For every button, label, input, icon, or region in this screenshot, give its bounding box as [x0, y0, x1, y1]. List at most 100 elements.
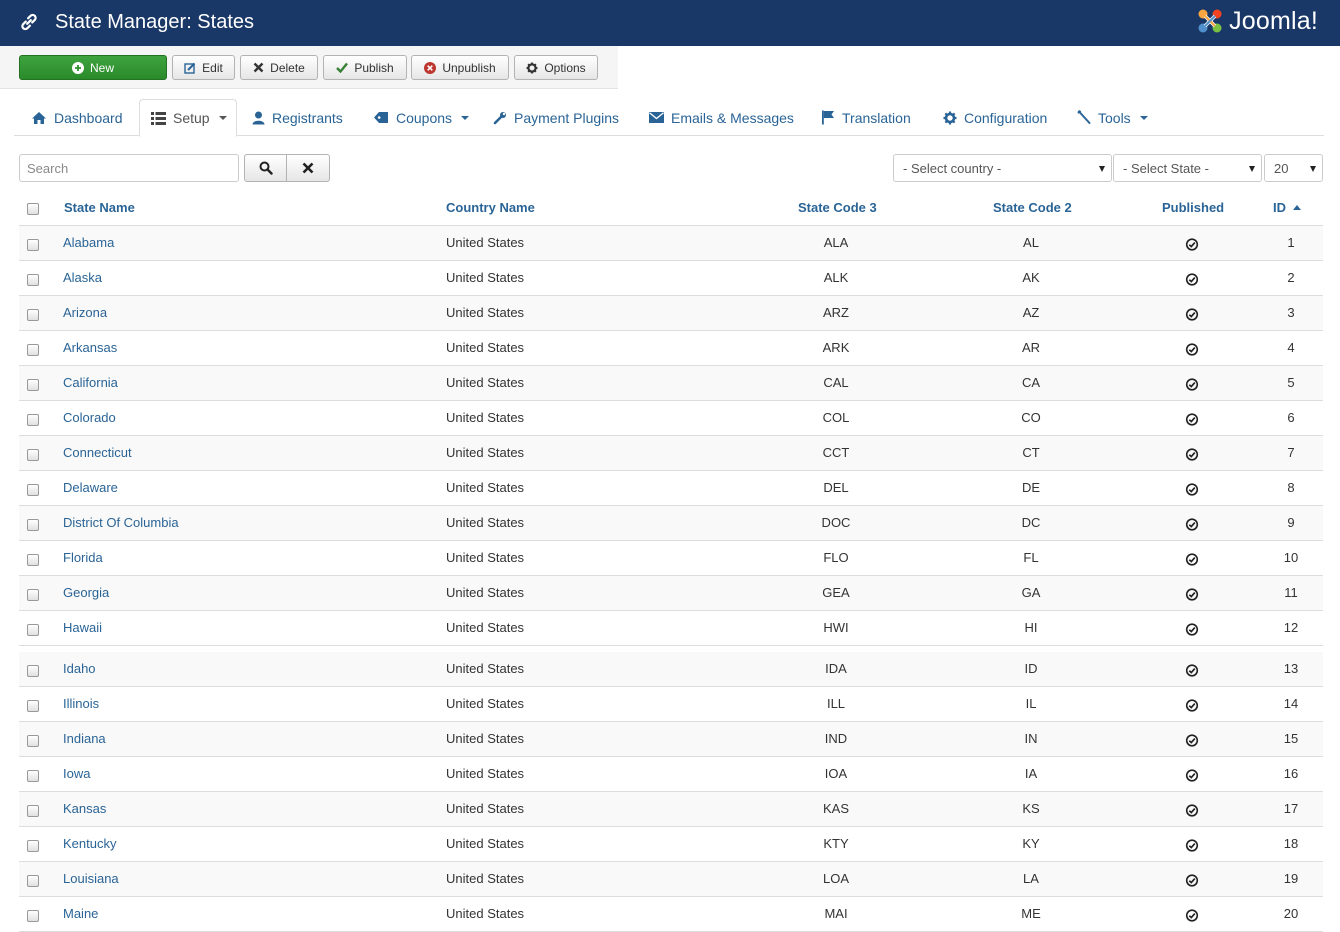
state-code-3: LOA: [822, 871, 850, 886]
row-checkbox[interactable]: [27, 309, 39, 321]
published-check-icon[interactable]: [1185, 623, 1199, 636]
options-button[interactable]: Options: [514, 55, 598, 80]
tab-registrants-label: Registrants: [272, 109, 343, 126]
state-name-link[interactable]: District Of Columbia: [63, 515, 179, 530]
state-name-link[interactable]: Hawaii: [63, 620, 102, 635]
country-name: United States: [446, 235, 525, 250]
published-check-icon[interactable]: [1185, 308, 1199, 321]
row-checkbox[interactable]: [27, 239, 39, 251]
published-check-icon[interactable]: [1185, 483, 1199, 496]
close-icon: [253, 62, 264, 73]
state-name-link[interactable]: Florida: [63, 550, 103, 565]
publish-button[interactable]: Publish: [323, 55, 407, 80]
state-name-link[interactable]: Iowa: [63, 766, 90, 781]
edit-button[interactable]: Edit: [172, 55, 235, 80]
row-checkbox[interactable]: [27, 700, 39, 712]
state-id: 14: [1283, 696, 1299, 711]
row-checkbox[interactable]: [27, 875, 39, 887]
tab-registrants[interactable]: Registrants: [252, 99, 343, 136]
state-name-link[interactable]: Kentucky: [63, 836, 116, 851]
row-checkbox[interactable]: [27, 735, 39, 747]
row-checkbox[interactable]: [27, 519, 39, 531]
col-state-name[interactable]: State Name: [64, 200, 135, 215]
state-code-3: IOA: [824, 766, 848, 781]
col-id[interactable]: ID: [1273, 200, 1301, 215]
published-check-icon[interactable]: [1185, 804, 1199, 817]
state-name-link[interactable]: Arkansas: [63, 340, 117, 355]
col-state-code-3[interactable]: State Code 3: [798, 200, 877, 215]
row-checkbox[interactable]: [27, 414, 39, 426]
published-check-icon[interactable]: [1185, 664, 1199, 677]
state-name-link[interactable]: Arizona: [63, 305, 107, 320]
published-check-icon[interactable]: [1185, 238, 1199, 251]
published-check-icon[interactable]: [1185, 518, 1199, 531]
row-checkbox[interactable]: [27, 770, 39, 782]
page-title: State Manager: States: [55, 11, 255, 33]
state-name-link[interactable]: Alaska: [63, 270, 102, 285]
state-name-link[interactable]: Alabama: [63, 235, 114, 250]
row-checkbox[interactable]: [27, 589, 39, 601]
tab-coupons[interactable]: Coupons: [373, 99, 470, 136]
col-published[interactable]: Published: [1162, 200, 1224, 215]
tab-emails-messages[interactable]: Emails & Messages: [649, 99, 794, 136]
state-code-2: KY: [1022, 836, 1040, 851]
search-icon: [259, 161, 273, 175]
state-name-link[interactable]: Kansas: [63, 801, 106, 816]
published-check-icon[interactable]: [1185, 839, 1199, 852]
row-checkbox[interactable]: [27, 274, 39, 286]
search-button[interactable]: [244, 154, 287, 182]
row-checkbox[interactable]: [27, 554, 39, 566]
row-checkbox[interactable]: [27, 665, 39, 677]
state-name-link[interactable]: Connecticut: [63, 445, 132, 460]
col-country-name[interactable]: Country Name: [446, 200, 535, 215]
tab-translation[interactable]: Translation: [821, 99, 911, 136]
published-check-icon[interactable]: [1185, 588, 1199, 601]
published-check-icon[interactable]: [1185, 874, 1199, 887]
tab-setup[interactable]: Setup: [139, 99, 237, 137]
country-select[interactable]: - Select country -: [893, 154, 1112, 182]
state-name-link[interactable]: Illinois: [63, 696, 99, 711]
state-name-link[interactable]: Delaware: [63, 480, 118, 495]
row-checkbox[interactable]: [27, 379, 39, 391]
published-check-icon[interactable]: [1185, 343, 1199, 356]
state-name-link[interactable]: Louisiana: [63, 871, 119, 886]
select-all-checkbox[interactable]: [27, 203, 39, 215]
limit-select-value: 20: [1274, 160, 1289, 176]
delete-button[interactable]: Delete: [240, 55, 318, 80]
row-checkbox[interactable]: [27, 840, 39, 852]
published-check-icon[interactable]: [1185, 413, 1199, 426]
row-checkbox[interactable]: [27, 805, 39, 817]
row-checkbox[interactable]: [27, 484, 39, 496]
published-check-icon[interactable]: [1185, 553, 1199, 566]
tab-dashboard[interactable]: Dashboard: [31, 99, 123, 136]
published-check-icon[interactable]: [1185, 734, 1199, 747]
limit-select[interactable]: 20: [1264, 154, 1323, 182]
tab-payment-plugins[interactable]: Payment Plugins: [493, 99, 619, 136]
published-check-icon[interactable]: [1185, 378, 1199, 391]
search-input[interactable]: [19, 154, 239, 182]
col-state-code-2[interactable]: State Code 2: [993, 200, 1072, 215]
state-name-link[interactable]: California: [63, 375, 118, 390]
clear-search-button[interactable]: [286, 154, 330, 182]
unpublish-button[interactable]: Unpublish: [411, 55, 509, 80]
row-checkbox[interactable]: [27, 624, 39, 636]
state-name-link[interactable]: Indiana: [63, 731, 106, 746]
published-check-icon[interactable]: [1185, 909, 1199, 922]
row-checkbox[interactable]: [27, 449, 39, 461]
published-check-icon[interactable]: [1185, 769, 1199, 782]
published-check-icon[interactable]: [1185, 273, 1199, 286]
published-check-icon[interactable]: [1185, 699, 1199, 712]
row-checkbox[interactable]: [27, 910, 39, 922]
close-icon: [302, 162, 314, 174]
new-button[interactable]: New: [19, 55, 167, 80]
tab-configuration[interactable]: Configuration: [943, 99, 1047, 136]
state-name-link[interactable]: Georgia: [63, 585, 109, 600]
state-name-link[interactable]: Idaho: [63, 661, 96, 676]
row-checkbox[interactable]: [27, 344, 39, 356]
published-check-icon[interactable]: [1185, 448, 1199, 461]
state-name-link[interactable]: Colorado: [63, 410, 116, 425]
edit-icon: [184, 62, 196, 74]
state-select[interactable]: - Select State -: [1113, 154, 1262, 182]
state-name-link[interactable]: Maine: [63, 906, 98, 921]
tab-tools[interactable]: Tools: [1077, 99, 1148, 136]
